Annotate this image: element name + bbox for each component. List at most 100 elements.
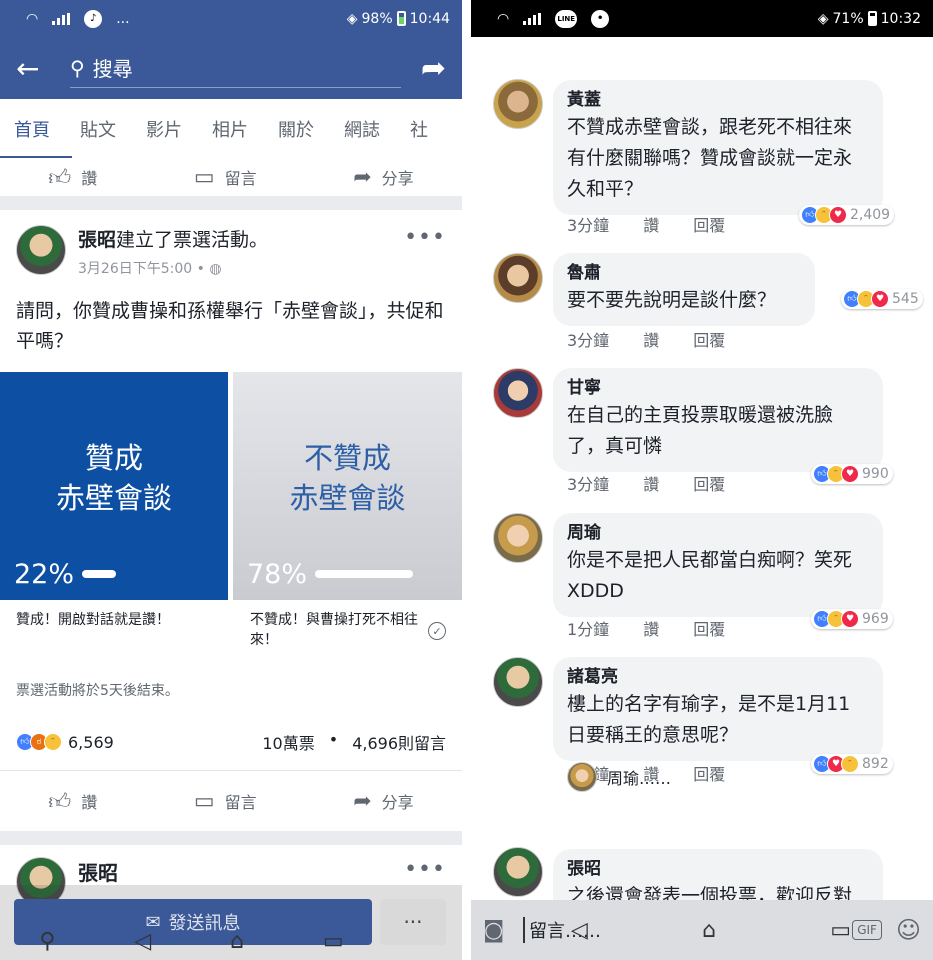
commenter-avatar[interactable] [493, 513, 543, 563]
post-comment-button[interactable]: ▭ 留言 [194, 789, 257, 814]
right-screenshot: ◠ LINE • ◈ 71% 10:32 黃蓋 不贊成赤壁會談，跟老死不相往來有… [471, 0, 933, 960]
commenter-name[interactable]: 張昭 [567, 857, 869, 881]
comment-text: 在自己的主頁投票取暖還被洗臉了，真可憐 [567, 404, 834, 457]
line-app-icon: LINE [555, 9, 578, 28]
poll-option-support[interactable]: 贊成 赤壁會談 22% [0, 372, 228, 600]
gif-button[interactable]: GIF [852, 920, 882, 940]
comment-reply-button[interactable]: 回覆 [693, 212, 725, 236]
share-arrow-icon[interactable]: ➦ [421, 51, 446, 86]
wifi-icon: ◠ [497, 10, 510, 27]
post-options-icon[interactable]: ••• [404, 857, 446, 882]
comment-reactions[interactable]: 👍︎ ᵔ ♥ 990 [811, 464, 893, 484]
comment-bubble-icon: ▭ [193, 788, 215, 814]
reply-avatar [567, 762, 597, 792]
comment-reply-button[interactable]: 回覆 [693, 616, 725, 640]
post-options-icon[interactable]: ••• [404, 225, 446, 250]
commenter-name[interactable]: 周瑜 [567, 521, 869, 545]
share-button[interactable]: ➦ 分享 [353, 165, 413, 190]
vote-count[interactable]: 10萬票 [262, 730, 314, 754]
reaction-count[interactable]: 6,569 [68, 733, 114, 752]
comment-button[interactable]: ▭ 留言 [194, 165, 257, 190]
post-stats: 👍︎ ಠ ᵔ 6,569 10萬票 • 4,696則留言 [16, 730, 446, 754]
messenger-icon: ✉ [145, 911, 161, 933]
reply-preview[interactable]: 周瑜…… [567, 762, 671, 792]
comment-bubble[interactable]: 諸葛亮 樓上的名字有瑜字，是不是1月11日要稱王的意思呢？ [553, 657, 883, 761]
separator-dot: • [328, 730, 339, 749]
option-b-percent: 78% [247, 559, 308, 590]
comment-reactions[interactable]: 👍︎ ♥ ᵔ 892 [811, 754, 893, 774]
nfc-icon: ◈ [346, 10, 358, 27]
tab-home[interactable]: 首頁 [14, 116, 50, 142]
tab-notes[interactable]: 網誌 [344, 116, 380, 142]
send-message-button[interactable]: ✉ 發送訊息 [14, 899, 372, 945]
camera-icon[interactable]: ◙ [483, 918, 523, 943]
poll-option-oppose[interactable]: 不贊成 赤壁會談 78% [233, 372, 462, 600]
comment-time: 1分鐘 [567, 620, 610, 639]
author-name[interactable]: 張昭 [78, 229, 116, 251]
commenter-avatar[interactable] [493, 368, 543, 418]
reaction-icons[interactable]: 👍︎ ಠ ᵔ [16, 733, 62, 751]
comment-input[interactable]: 留言…… [523, 917, 852, 943]
tab-videos[interactable]: 影片 [146, 116, 182, 142]
comment-bubble[interactable]: 甘寧 在自己的主頁投票取暖還被洗臉了，真可憐 [553, 368, 883, 472]
author-avatar[interactable] [16, 225, 66, 275]
sticker-smile-icon[interactable]: ☺ [896, 916, 921, 944]
more-options-button[interactable]: ··· [380, 899, 446, 945]
comment-bubble[interactable]: 黃蓋 不贊成赤壁會談，跟老死不相往來有什麼關聯嗎？贊成會談就一定永久和平？ [553, 80, 883, 215]
commenter-name[interactable]: 諸葛亮 [567, 665, 869, 689]
messenger-app-icon: • [591, 9, 610, 28]
comment-like-button[interactable]: 讚 [643, 212, 659, 236]
commenter-avatar[interactable] [493, 253, 543, 303]
tab-photos[interactable]: 相片 [212, 116, 248, 142]
comment-like-button[interactable]: 讚 [643, 616, 659, 640]
search-input[interactable]: ⚲ 搜尋 [70, 48, 401, 88]
search-icon: ⚲ [70, 55, 85, 80]
comment-reply-button[interactable]: 回覆 [693, 327, 725, 351]
commenter-avatar[interactable] [493, 657, 543, 707]
back-arrow-icon[interactable]: ← [16, 52, 58, 85]
reaction-count: 990 [862, 466, 889, 482]
post-timestamp[interactable]: 3月26日下午5:00 • ◍ [78, 258, 404, 278]
comment-meta: 3分鐘 讚 回覆 [567, 471, 725, 495]
love-reaction-icon: ♥ [871, 290, 889, 308]
commenter-name[interactable]: 魯肅 [567, 261, 801, 285]
post-share-button[interactable]: ➦ 分享 [353, 789, 413, 814]
tab-about[interactable]: 關於 [278, 116, 314, 142]
post-text: 請問，你贊成曹操和孫權舉行「赤壁會談」，共促和平嗎？ [16, 300, 444, 352]
commenter-name[interactable]: 黃蓋 [567, 88, 869, 112]
comment-reactions[interactable]: 👍︎ ᵔ ♥ 545 [841, 289, 923, 309]
signal-icon [523, 12, 542, 25]
option-b-bar [315, 570, 413, 578]
comment-count[interactable]: 4,696則留言 [352, 730, 446, 754]
post-action-text: 建立了票選活動。 [116, 229, 269, 251]
comment-reactions[interactable]: 👍︎ ᵔ ♥ 969 [811, 609, 893, 629]
messenger-bar: ✉ 發送訊息 ··· ⚲ ◁ ⌂ ▭ [0, 885, 462, 960]
like-button[interactable]: 👍︎ 讚 [48, 164, 97, 191]
comment-text: 你是不是把人民都當白痴啊？笑死XDDD [567, 549, 853, 602]
status-bar: ◠ ♪ ... ◈ 98% 10:44 [0, 0, 462, 37]
comment-bubble[interactable]: 周瑜 你是不是把人民都當白痴啊？笑死XDDD [553, 513, 883, 617]
comment-like-button[interactable]: 讚 [643, 471, 659, 495]
option-a-percent: 22% [14, 559, 75, 590]
reaction-count: 969 [862, 611, 889, 627]
commenter-name[interactable]: 甘寧 [567, 376, 869, 400]
post-like-button[interactable]: 👍︎ 讚 [48, 788, 97, 815]
author-name[interactable]: 張昭 [78, 857, 118, 886]
comment-bubble[interactable]: 魯肅 要不要先說明是談什麼？ [553, 253, 815, 326]
poll-post: 張昭建立了票選活動。 3月26日下午5:00 • ◍ ••• 請問，你贊成曹操和… [0, 210, 462, 831]
comment-reply-button[interactable]: 回覆 [693, 471, 725, 495]
comment-reactions[interactable]: 👍︎ ᵔ ♥ 2,409 [799, 205, 895, 225]
comment-label: 留言 [224, 169, 257, 188]
tab-posts[interactable]: 貼文 [80, 116, 116, 142]
tab-community[interactable]: 社 [410, 116, 428, 142]
option-a-line1: 贊成 [84, 441, 143, 475]
comment-meta: 3分鐘 讚 回覆 [567, 327, 725, 351]
comment-like-button[interactable]: 讚 [643, 327, 659, 351]
commenter-avatar[interactable] [493, 79, 543, 129]
share-icon: ➦ [353, 164, 372, 190]
send-message-label: 發送訊息 [168, 913, 241, 934]
commenter-avatar[interactable] [493, 847, 543, 897]
comment-reply-button[interactable]: 回覆 [693, 761, 725, 785]
wifi-icon: ◠ [26, 10, 39, 27]
search-placeholder: 搜尋 [92, 57, 133, 81]
